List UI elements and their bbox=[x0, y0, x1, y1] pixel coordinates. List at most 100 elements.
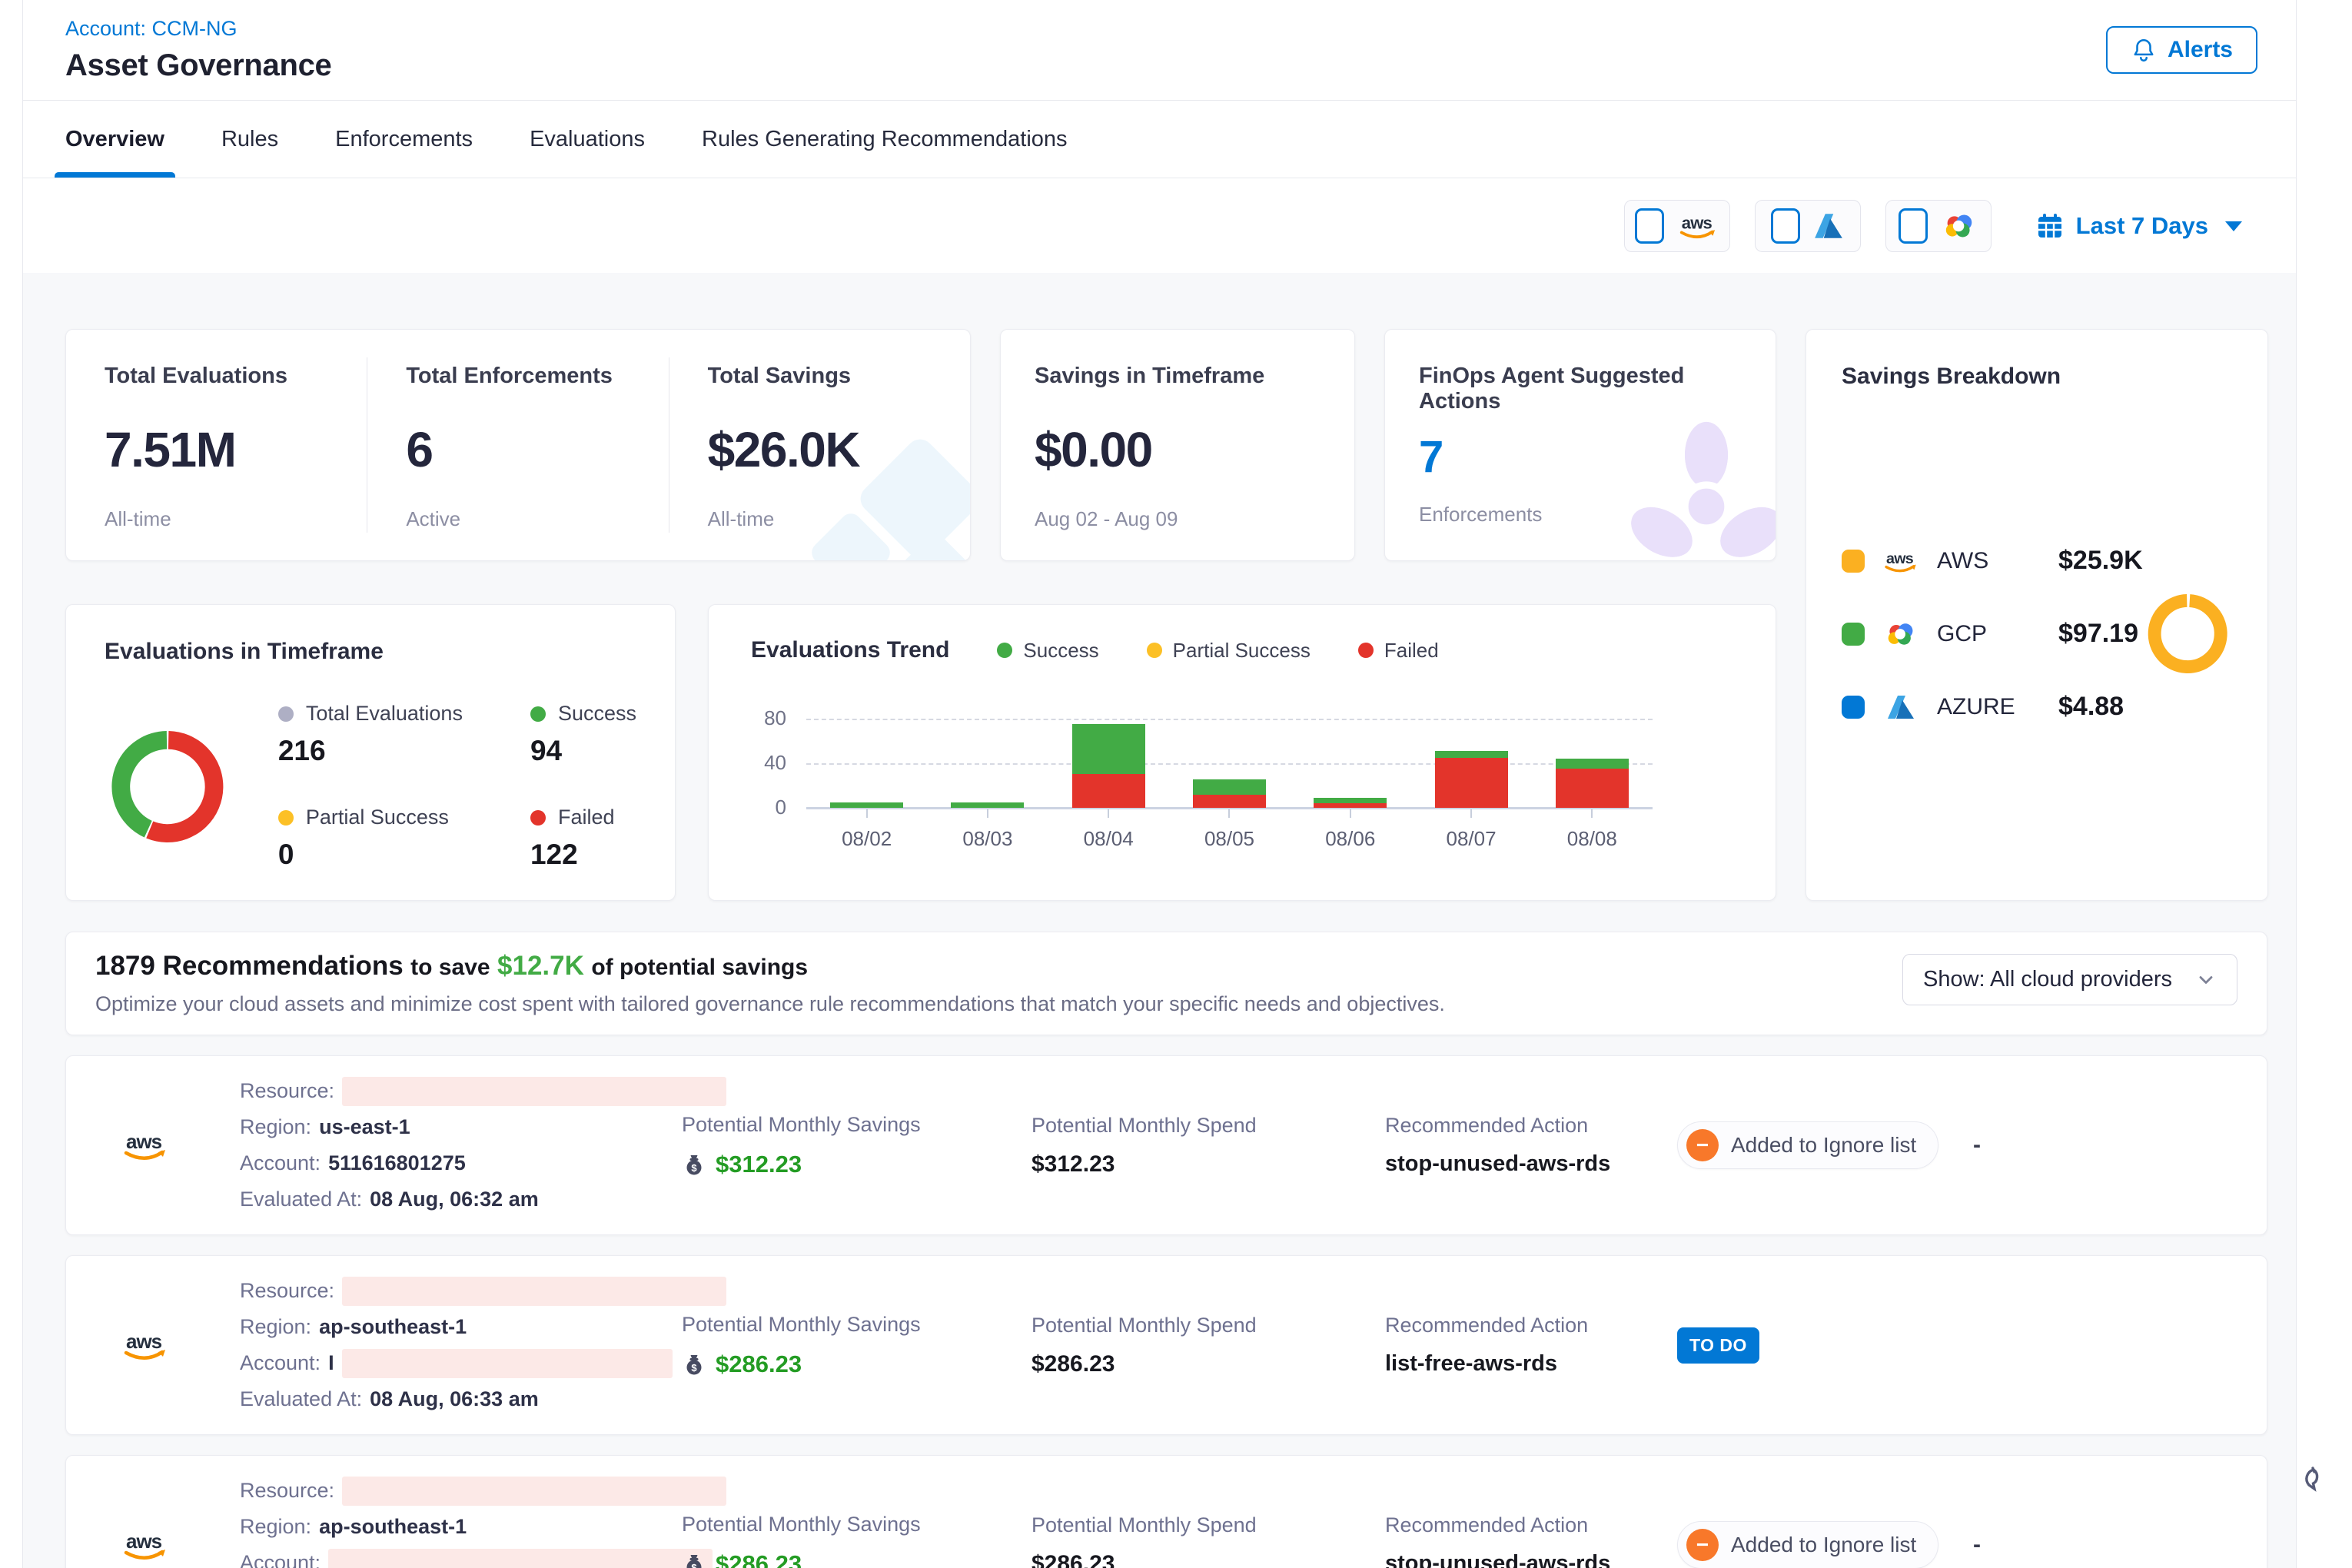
azure-logo-icon bbox=[1812, 211, 1845, 241]
savings-value: $286.23 bbox=[716, 1350, 802, 1378]
trend-bar[interactable] bbox=[1072, 724, 1145, 808]
breadcrumb[interactable]: Account: CCM-NG bbox=[65, 17, 331, 41]
aws-filter-toggle[interactable]: aws bbox=[1624, 200, 1730, 252]
card-title: Evaluations in Timeframe bbox=[105, 639, 636, 665]
evaluations-legend: Total Evaluations 216 Success 94 Partial… bbox=[278, 702, 636, 871]
recommendations-titles: 1879 Recommendations to save $12.7K of p… bbox=[95, 951, 1445, 1016]
tab-rules-generating-recommendations[interactable]: Rules Generating Recommendations bbox=[702, 101, 1068, 178]
provider-amount: $25.9K bbox=[2058, 546, 2143, 576]
ignore-list-badge[interactable]: Added to Ignore list bbox=[1677, 1121, 1938, 1169]
svg-text:$: $ bbox=[691, 1162, 697, 1174]
trend-bar[interactable] bbox=[1556, 759, 1629, 808]
gcp-filter-toggle[interactable] bbox=[1885, 200, 1992, 252]
savings-breakdown-donut-chart bbox=[2143, 543, 2232, 724]
bell-icon bbox=[2131, 37, 2157, 63]
redacted-resource bbox=[342, 1277, 726, 1306]
evaluations-trend-card: Evaluations Trend Success Partial Succes… bbox=[708, 604, 1776, 901]
azure-filter-toggle[interactable] bbox=[1755, 200, 1861, 252]
azure-logo-icon bbox=[1880, 693, 1922, 721]
resource-details: Resource: Region:ap-southeast-1 Account:… bbox=[240, 1270, 682, 1421]
minus-circle-icon bbox=[1686, 1129, 1719, 1161]
trend-bar[interactable] bbox=[1314, 798, 1387, 808]
recommendation-row[interactable]: aws Resource: Region:us-east-1 Account:5… bbox=[65, 1055, 2267, 1235]
caret-down-icon bbox=[2225, 221, 2242, 231]
region-value: ap-southeast-1 bbox=[319, 1515, 467, 1539]
evaluated-value: 08 Aug, 06:32 am bbox=[370, 1188, 539, 1211]
tab-enforcements[interactable]: Enforcements bbox=[335, 101, 473, 178]
azure-checkbox[interactable] bbox=[1771, 208, 1800, 244]
y-axis: 04080 bbox=[751, 719, 806, 808]
trend-bar[interactable] bbox=[1193, 779, 1266, 808]
status-column: TO DO bbox=[1677, 1327, 1973, 1364]
trend-legend-success: Success bbox=[997, 639, 1098, 663]
asset-governance-page: Account: CCM-NG Asset Governance Alerts … bbox=[0, 0, 2352, 1568]
svg-text:$: $ bbox=[691, 1562, 697, 1568]
recommended-action: Recommended Action stop-unused-aws-rds bbox=[1385, 1114, 1677, 1177]
trend-bar[interactable] bbox=[951, 802, 1024, 808]
partial-help-icon[interactable] bbox=[2303, 1467, 2323, 1497]
overview-content: Total Evaluations 7.51M All-time Total E… bbox=[23, 273, 2296, 1568]
tab-rules[interactable]: Rules bbox=[221, 101, 278, 178]
trend-bar[interactable] bbox=[1435, 751, 1508, 808]
legend-item: Failed 122 bbox=[530, 806, 636, 871]
gcp-checkbox[interactable] bbox=[1899, 208, 1928, 244]
recommendation-row[interactable]: aws Resource: Region:ap-southeast-1 Acco… bbox=[65, 1455, 2267, 1568]
y-axis-label: 80 bbox=[764, 706, 786, 730]
app-column: Account: CCM-NG Asset Governance Alerts … bbox=[23, 0, 2296, 1568]
card-title: Evaluations Trend bbox=[751, 637, 949, 663]
chevron-down-icon bbox=[2195, 969, 2217, 991]
tab-overview[interactable]: Overview bbox=[65, 101, 164, 178]
potential-monthly-savings: Potential Monthly Savings $ $286.23 bbox=[682, 1313, 1031, 1378]
x-axis-label: 08/04 bbox=[1048, 808, 1169, 851]
x-axis-label: 08/08 bbox=[1532, 808, 1653, 851]
provider-name: GCP bbox=[1937, 621, 2043, 647]
evaluated-value: 08 Aug, 06:33 am bbox=[370, 1387, 539, 1411]
legend-value: 0 bbox=[278, 839, 463, 871]
legend-value: 216 bbox=[278, 735, 463, 767]
success-dot-icon bbox=[530, 706, 546, 722]
recommendation-row[interactable]: aws Resource: Region:ap-southeast-1 Acco… bbox=[65, 1255, 2267, 1435]
money-bag-icon: $ bbox=[682, 1352, 706, 1377]
left-gutter bbox=[0, 0, 23, 1568]
todo-badge[interactable]: TO DO bbox=[1677, 1327, 1759, 1364]
x-axis-label: 08/03 bbox=[927, 808, 1048, 851]
x-axis: 08/0208/0308/0408/0508/0608/0708/08 bbox=[806, 808, 1653, 851]
ignore-list-badge[interactable]: Added to Ignore list bbox=[1677, 1521, 1938, 1568]
finops-count: 7 bbox=[1419, 431, 1742, 483]
recommendations-title: 1879 Recommendations to save $12.7K of p… bbox=[95, 951, 1445, 982]
alerts-label: Alerts bbox=[2168, 37, 2233, 63]
tab-evaluations[interactable]: Evaluations bbox=[530, 101, 645, 178]
stat-total-savings: Total Savings $26.0K All-time bbox=[669, 357, 970, 533]
savings-in-timeframe-card: Savings in Timeframe $0.00 Aug 02 - Aug … bbox=[1000, 329, 1355, 561]
stat-title: Total Savings bbox=[708, 364, 970, 389]
svg-text:aws: aws bbox=[1681, 213, 1712, 232]
recommendations-header-card: 1879 Recommendations to save $12.7K of p… bbox=[65, 932, 2267, 1035]
failed-dot-icon bbox=[1358, 643, 1374, 658]
stat-title: Savings in Timeframe bbox=[1035, 364, 1321, 389]
action-value: list-free-aws-rds bbox=[1385, 1351, 1677, 1377]
card-title: Savings Breakdown bbox=[1842, 364, 2232, 390]
recommended-action: Recommended Action list-free-aws-rds bbox=[1385, 1314, 1677, 1377]
alerts-button[interactable]: Alerts bbox=[2106, 26, 2257, 74]
region-value: us-east-1 bbox=[319, 1115, 410, 1139]
cloud-provider-filter-dropdown[interactable]: Show: All cloud providers bbox=[1902, 954, 2237, 1005]
aws-logo-icon: aws bbox=[120, 1128, 240, 1163]
tab-bar: Overview Rules Enforcements Evaluations … bbox=[23, 100, 2296, 178]
recommendations-count: 1879 Recommendations bbox=[95, 951, 404, 981]
redacted-resource bbox=[342, 1077, 726, 1106]
recommended-action: Recommended Action stop-unused-aws-rds bbox=[1385, 1513, 1677, 1568]
failed-dot-icon bbox=[530, 810, 546, 826]
aws-logo-icon: aws bbox=[1676, 211, 1719, 241]
stat-title: Total Enforcements bbox=[406, 364, 668, 389]
aws-logo-icon: aws bbox=[120, 1327, 240, 1363]
trend-bar-slot bbox=[1169, 719, 1290, 808]
date-range-selector[interactable]: Last 7 Days bbox=[2036, 212, 2242, 240]
partial-success-dot-icon bbox=[1147, 643, 1162, 658]
money-bag-icon: $ bbox=[682, 1552, 706, 1568]
legend-value: 94 bbox=[530, 735, 636, 767]
trend-bar[interactable] bbox=[830, 802, 903, 808]
aws-checkbox[interactable] bbox=[1635, 208, 1664, 244]
total-evaluations-dot-icon bbox=[278, 706, 294, 722]
aws-logo-icon: aws bbox=[120, 1527, 240, 1563]
money-bag-icon: $ bbox=[682, 1152, 706, 1177]
